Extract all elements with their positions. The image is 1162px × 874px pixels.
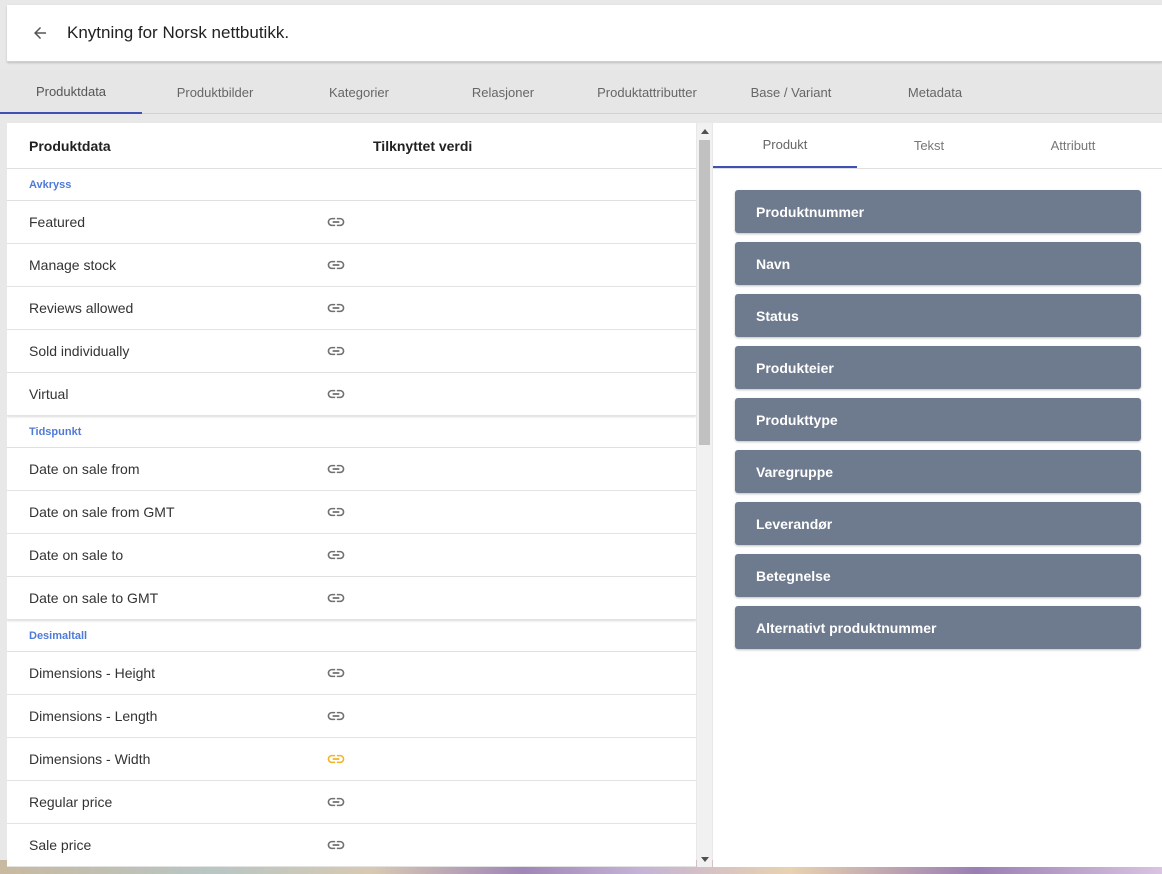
row-label: Dimensions - Height — [29, 665, 156, 681]
table-header: Produktdata Tilknyttet verdi — [7, 123, 696, 169]
row-label: Featured — [29, 214, 86, 230]
row-label: Sale price — [29, 837, 92, 853]
column-header-produktdata: Produktdata — [29, 137, 111, 154]
field-chip-produktnummer[interactable]: Produktnummer — [735, 190, 1141, 233]
row-label: Dimensions - Length — [29, 708, 158, 724]
link-icon[interactable] — [325, 458, 347, 480]
top-bar: Knytning for Norsk nettbutikk. — [7, 5, 1162, 62]
tab-metadata[interactable]: Metadata — [864, 70, 1006, 114]
link-icon[interactable] — [325, 587, 347, 609]
tab-tekst[interactable]: Tekst — [857, 123, 1001, 168]
link-icon[interactable] — [325, 340, 347, 362]
link-icon[interactable] — [325, 297, 347, 319]
row-label: Date on sale to GMT — [29, 590, 159, 606]
field-chip-produkttype[interactable]: Produkttype — [735, 398, 1141, 441]
tab-attributt[interactable]: Attributt — [1001, 123, 1145, 168]
link-icon[interactable] — [325, 748, 347, 770]
link-icon[interactable] — [325, 254, 347, 276]
table-row[interactable]: Regular price — [7, 781, 696, 824]
link-icon[interactable] — [325, 544, 347, 566]
link-icon[interactable] — [325, 834, 347, 856]
table-row[interactable]: Reviews allowed — [7, 287, 696, 330]
tab-relasjoner[interactable]: Relasjoner — [432, 70, 574, 114]
table-row[interactable]: Dimensions - Width — [7, 738, 696, 781]
link-icon[interactable] — [325, 662, 347, 684]
scroll-up-icon[interactable] — [697, 123, 712, 138]
table-row[interactable]: Sold individually — [7, 330, 696, 373]
table-row[interactable]: Date on sale from GMT — [7, 491, 696, 534]
table-row[interactable]: Virtual — [7, 373, 696, 416]
table-row[interactable]: Sale price — [7, 824, 696, 867]
link-icon[interactable] — [325, 705, 347, 727]
group-header-desimaltall: Desimaltall — [7, 620, 696, 652]
row-label: Manage stock — [29, 257, 117, 273]
group-header-avkryss: Avkryss — [7, 169, 696, 201]
table-row[interactable]: Date on sale from — [7, 448, 696, 491]
field-chip-leverandør[interactable]: Leverandør — [735, 502, 1141, 545]
table-row[interactable]: Dimensions - Height — [7, 652, 696, 695]
row-label: Date on sale from GMT — [29, 504, 175, 520]
field-chip-navn[interactable]: Navn — [735, 242, 1141, 285]
link-icon[interactable] — [325, 383, 347, 405]
source-fields-panel: Produkt Tekst Attributt Produktnummer Nav… — [713, 123, 1162, 867]
group-header-tidspunkt: Tidspunkt — [7, 416, 696, 448]
table-row[interactable]: Date on sale to GMT — [7, 577, 696, 620]
field-chip-list: Produktnummer Navn Status Produkteier Produk… — [713, 169, 1162, 649]
row-label: Sold individually — [29, 343, 130, 359]
table-row[interactable]: Date on sale to — [7, 534, 696, 577]
scroll-down-icon[interactable] — [697, 852, 712, 867]
tab-base-variant[interactable]: Base / Variant — [720, 70, 862, 114]
column-header-tilknyttet-verdi: Tilknyttet verdi — [373, 137, 473, 154]
tab-produktdata[interactable]: Produktdata — [0, 70, 142, 114]
link-icon[interactable] — [325, 501, 347, 523]
table-row[interactable]: Featured — [7, 201, 696, 244]
table-row[interactable]: Dimensions - Length — [7, 695, 696, 738]
table-row[interactable]: Manage stock — [7, 244, 696, 287]
tab-produkt[interactable]: Produkt — [713, 123, 857, 168]
field-chip-produkteier[interactable]: Produkteier — [735, 346, 1141, 389]
tab-produktbilder[interactable]: Produktbilder — [144, 70, 286, 114]
row-label: Date on sale to — [29, 547, 124, 563]
row-label: Date on sale from — [29, 461, 140, 477]
table-scrollbar[interactable] — [697, 123, 712, 867]
field-chip-varegruppe[interactable]: Varegruppe — [735, 450, 1141, 493]
scrollbar-thumb[interactable] — [699, 140, 710, 445]
back-arrow-icon[interactable] — [27, 20, 53, 46]
field-chip-alternativt-produktnummer[interactable]: Alternativt produktnummer — [735, 606, 1141, 649]
page-title: Knytning for Norsk nettbutikk. — [67, 23, 290, 42]
link-icon[interactable] — [325, 791, 347, 813]
tab-kategorier[interactable]: Kategorier — [288, 70, 430, 114]
mapping-table: Produktdata Tilknyttet verdi Avkryss Feat… — [7, 123, 696, 867]
field-chip-status[interactable]: Status — [735, 294, 1141, 337]
main-tab-bar: Produktdata Produktbilder Kategorier Rel… — [0, 70, 1162, 114]
source-tab-bar: Produkt Tekst Attributt — [713, 123, 1162, 169]
link-icon[interactable] — [325, 211, 347, 233]
row-label: Virtual — [29, 386, 69, 402]
table-body: Avkryss Featured Manage stock Reviews allow… — [7, 169, 696, 867]
field-chip-betegnelse[interactable]: Betegnelse — [735, 554, 1141, 597]
row-label: Regular price — [29, 794, 113, 810]
tab-produktattributter[interactable]: Produktattributter — [576, 70, 718, 114]
row-label: Reviews allowed — [29, 300, 134, 316]
row-label: Dimensions - Width — [29, 751, 151, 767]
